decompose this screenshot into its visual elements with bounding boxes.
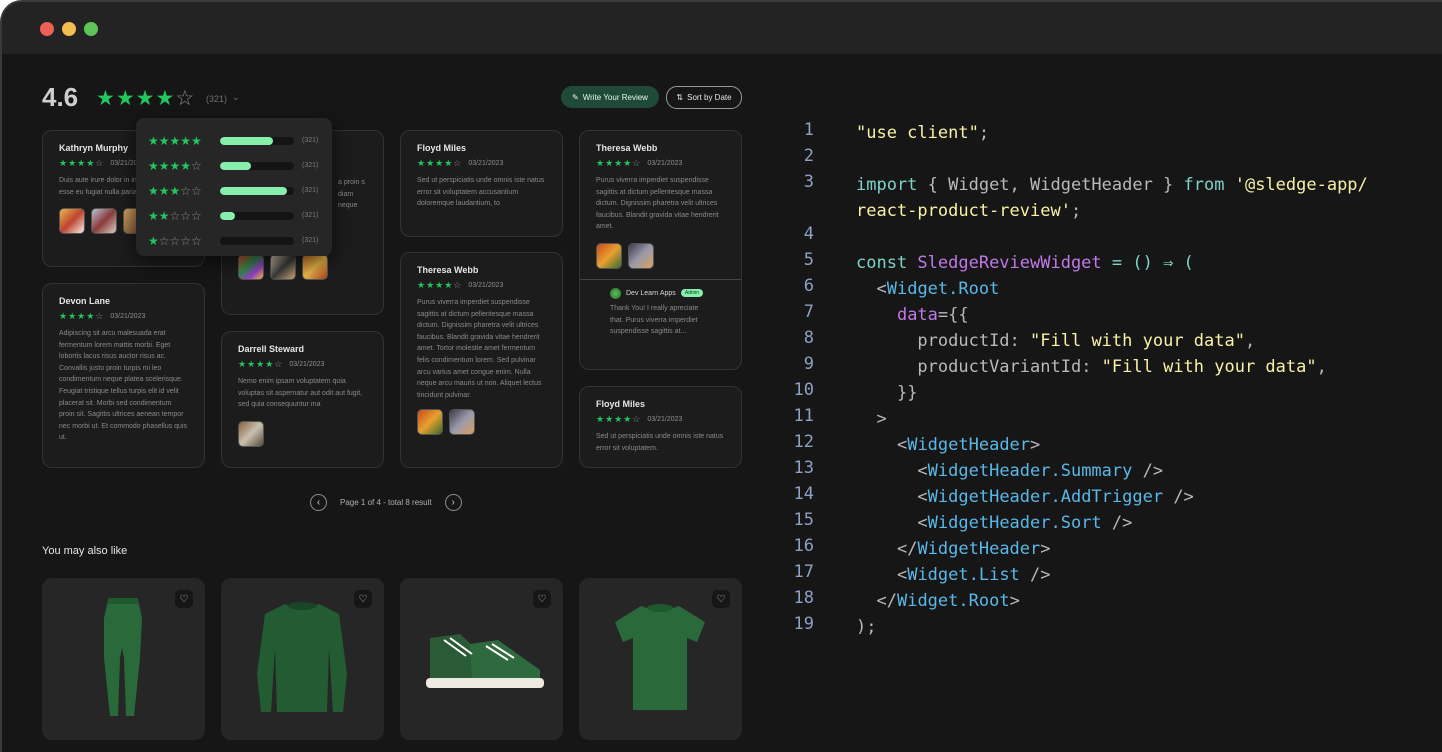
review-photo[interactable]: [59, 208, 85, 235]
rating-row-5[interactable]: ★★★★★ (321): [148, 128, 320, 153]
review-card: Floyd Miles ★★★★☆ 03/21/2023 Sed ut persp…: [579, 386, 742, 468]
rating-bar: [220, 186, 294, 195]
rating-row-4[interactable]: ★★★★☆ (321): [148, 153, 320, 178]
review-card: Theresa Webb ★★★★☆ 03/21/2023 Purus viver…: [579, 130, 742, 370]
review-photo[interactable]: [270, 253, 296, 280]
rating-bar: [220, 136, 294, 145]
heart-icon[interactable]: ♡: [533, 590, 551, 608]
write-review-button[interactable]: ✎ Write Your Review: [561, 86, 659, 108]
rating-row-2[interactable]: ★★☆☆☆ (321): [148, 203, 320, 228]
app-window: 4.6 ★★★★☆ (321) ⌄ ✎ Write Your Review ⇅ …: [0, 0, 1442, 752]
title-bar: [2, 2, 1442, 54]
pagination: ‹ Page 1 of 4 - total 8 result ›: [310, 494, 462, 511]
admin-badge: Admin: [680, 289, 703, 298]
average-rating: 4.6: [42, 82, 79, 112]
rating-row-1[interactable]: ★☆☆☆☆ (321): [148, 228, 320, 253]
review-photo[interactable]: [238, 253, 264, 280]
rating-bar: [220, 161, 294, 170]
rating-bar: [220, 236, 294, 245]
heart-icon[interactable]: ♡: [712, 590, 730, 608]
sort-icon: ⇅: [676, 93, 684, 102]
review-photo[interactable]: [302, 253, 328, 280]
review-card: Theresa Webb ★★★★☆ 03/21/2023 Purus viver…: [400, 252, 563, 468]
heart-icon[interactable]: ♡: [175, 590, 193, 608]
close-window-button[interactable]: [40, 22, 54, 36]
review-photo[interactable]: [238, 420, 264, 447]
pencil-icon: ✎: [572, 92, 579, 102]
next-page-button[interactable]: ›: [444, 494, 462, 511]
avatar: [610, 287, 621, 299]
rating-row-3[interactable]: ★★★☆☆ (321): [148, 178, 320, 203]
review-photo[interactable]: [417, 409, 443, 436]
page-info: Page 1 of 4 - total 8 result: [340, 498, 432, 507]
review-card: Floyd Miles ★★★★☆ 03/21/2023 Sed ut persp…: [400, 130, 563, 237]
minimize-window-button[interactable]: [62, 22, 76, 36]
review-photo[interactable]: [449, 409, 475, 436]
rating-breakdown-popover: ★★★★★ (321) ★★★★☆ (321) ★★★☆☆ (321) ★★☆☆☆ (3…: [136, 118, 332, 256]
rating-stars[interactable]: ★★★★☆: [96, 86, 194, 111]
review-photo[interactable]: [628, 242, 654, 269]
product-card[interactable]: ♡: [579, 578, 742, 740]
sort-button[interactable]: ⇅ Sort by Date: [666, 86, 742, 109]
review-card: Devon Lane ★★★★☆ 03/21/2023 Adipiscing si…: [42, 283, 205, 468]
rating-count: (321): [206, 94, 228, 104]
maximize-window-button[interactable]: [84, 22, 98, 36]
product-card[interactable]: ♡: [221, 578, 384, 740]
chevron-down-icon[interactable]: ⌄: [232, 92, 240, 103]
prev-page-button[interactable]: ‹: [310, 494, 327, 511]
review-photo[interactable]: [596, 242, 622, 269]
product-card[interactable]: ♡: [42, 578, 205, 740]
review-photo[interactable]: [91, 208, 117, 235]
heart-icon[interactable]: ♡: [354, 590, 372, 608]
review-card: Darrell Steward ★★★★☆ 03/21/2023 Nemo eni…: [221, 331, 384, 468]
section-title: You may also like: [42, 545, 128, 557]
product-card[interactable]: ♡: [400, 578, 563, 740]
rating-bar: [220, 211, 294, 220]
admin-reply: Dev Learn Apps Admin Thank You! I really …: [580, 278, 741, 338]
